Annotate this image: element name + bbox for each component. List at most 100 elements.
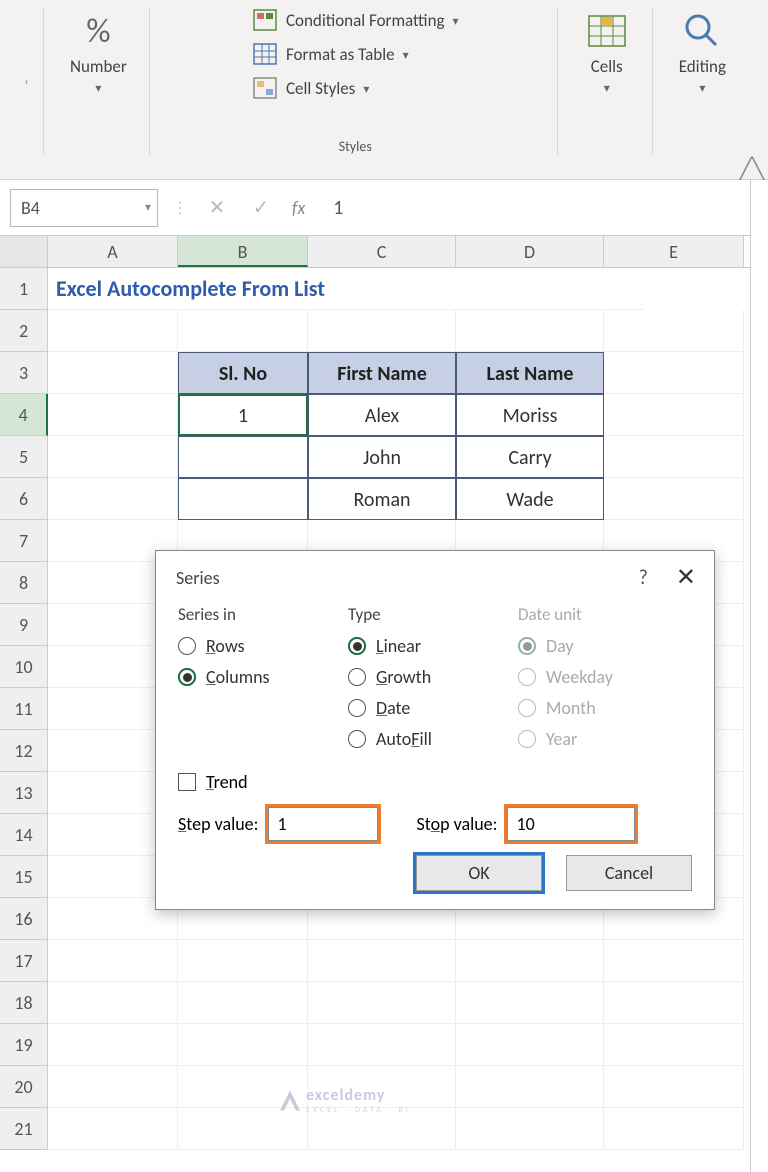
table-icon xyxy=(252,42,278,66)
stop-value-label: Stop value: xyxy=(416,813,497,835)
cell-styles-button[interactable]: Cell Styles ▾ xyxy=(252,76,369,100)
row-header[interactable]: 10 xyxy=(0,646,48,688)
watermark-brand: exceldemy xyxy=(306,1086,385,1105)
close-icon[interactable]: ✕ xyxy=(676,563,696,592)
ribbon-group-cells: Cells ▾ xyxy=(584,8,653,155)
cancel-button[interactable]: Cancel xyxy=(566,855,692,891)
table-cell[interactable]: Carry xyxy=(456,436,604,478)
row-header[interactable]: 1 xyxy=(0,268,48,310)
series-dialog: Series ? ✕ Series in RRowsows Columns Ty… xyxy=(155,550,715,910)
radio-day: Day xyxy=(518,635,678,657)
logo-icon xyxy=(280,1091,300,1111)
editing-label: Editing xyxy=(679,56,726,77)
ribbon-collapse-icon[interactable]: ╱╲ xyxy=(740,156,764,181)
stop-value-input[interactable] xyxy=(507,807,635,841)
cell-styles-label: Cell Styles xyxy=(286,78,355,99)
editing-button[interactable]: Editing ▾ xyxy=(679,8,726,96)
search-icon xyxy=(679,8,725,54)
chevron-down-icon: ▾ xyxy=(363,82,369,97)
chevron-down-icon: ▾ xyxy=(453,14,459,29)
ribbon: ‹ % Number ▾ Conditional Formatting ▾ Fo… xyxy=(0,0,768,180)
cells-icon xyxy=(584,8,630,54)
active-cell[interactable]: 1 xyxy=(178,394,308,436)
row-header[interactable]: 8 xyxy=(0,562,48,604)
row-header[interactable]: 20 xyxy=(0,1066,48,1108)
name-box-value: B4 xyxy=(21,197,40,219)
radio-date[interactable]: Date xyxy=(348,697,498,719)
row-header[interactable]: 16 xyxy=(0,898,48,940)
step-value-label: Step value: xyxy=(178,813,258,835)
cell-styles-icon xyxy=(252,76,278,100)
row-header[interactable]: 5 xyxy=(0,436,48,478)
title-cell[interactable]: Excel Autocomplete From List xyxy=(48,268,644,310)
row-header[interactable]: 3 xyxy=(0,352,48,394)
table-cell[interactable] xyxy=(178,478,308,520)
row-header[interactable]: 14 xyxy=(0,814,48,856)
series-in-label: Series in xyxy=(178,604,328,625)
table-header[interactable]: Sl. No xyxy=(178,352,308,394)
formula-bar: B4 ▾ ⋮ ✕ ✓ fx xyxy=(0,180,768,236)
row-header[interactable]: 11 xyxy=(0,688,48,730)
row-header[interactable]: 2 xyxy=(0,310,48,352)
col-header-E[interactable]: E xyxy=(604,236,744,267)
cancel-formula-icon[interactable]: ✕ xyxy=(202,195,232,220)
ok-button[interactable]: OK xyxy=(416,855,542,891)
table-cell[interactable]: John xyxy=(308,436,456,478)
name-box[interactable]: B4 ▾ xyxy=(10,189,158,227)
cells-label: Cells xyxy=(591,56,623,77)
table-cell[interactable] xyxy=(178,436,308,478)
row-header[interactable]: 4 xyxy=(0,394,48,436)
col-header-C[interactable]: C xyxy=(308,236,456,267)
row-header[interactable]: 12 xyxy=(0,730,48,772)
radio-linear[interactable]: Linear xyxy=(348,635,498,657)
step-value-input[interactable] xyxy=(268,807,378,841)
col-header-A[interactable]: A xyxy=(48,236,178,267)
number-format-button[interactable]: % Number ▾ xyxy=(70,8,127,96)
watermark-sub: EXCEL · DATA · BI xyxy=(306,1105,411,1115)
radio-month: Month xyxy=(518,697,678,719)
row-header[interactable]: 9 xyxy=(0,604,48,646)
radio-rows[interactable]: RRowsows xyxy=(178,635,328,657)
col-header-D[interactable]: D xyxy=(456,236,604,267)
format-as-table-button[interactable]: Format as Table ▾ xyxy=(252,42,409,66)
row-header[interactable]: 21 xyxy=(0,1108,48,1150)
select-all-corner[interactable] xyxy=(0,236,48,267)
cells-button[interactable]: Cells ▾ xyxy=(584,8,630,96)
accept-formula-icon[interactable]: ✓ xyxy=(246,195,276,220)
ribbon-group-editing: Editing ▾ xyxy=(679,8,748,155)
dialog-title: Series xyxy=(176,567,220,589)
radio-columns[interactable]: Columns xyxy=(178,666,328,688)
radio-autofill[interactable]: AutoFill xyxy=(348,728,498,750)
row-header[interactable]: 6 xyxy=(0,478,48,520)
help-icon[interactable]: ? xyxy=(639,566,648,590)
trend-checkbox[interactable] xyxy=(178,773,196,791)
table-header[interactable]: Last Name xyxy=(456,352,604,394)
chevron-left-icon: ‹ xyxy=(25,75,29,88)
row-header[interactable]: 17 xyxy=(0,940,48,982)
row-header[interactable]: 15 xyxy=(0,856,48,898)
chevron-down-icon: ▾ xyxy=(145,200,151,215)
table-header[interactable]: First Name xyxy=(308,352,456,394)
ribbon-collapse[interactable]: ‹ xyxy=(20,8,44,155)
watermark: exceldemy EXCEL · DATA · BI xyxy=(280,1086,411,1115)
table-cell[interactable]: Roman xyxy=(308,478,456,520)
fx-icon[interactable]: fx xyxy=(292,197,305,219)
number-label: Number xyxy=(70,56,127,77)
row-header[interactable]: 19 xyxy=(0,1024,48,1066)
table-cell[interactable]: Wade xyxy=(456,478,604,520)
row-header[interactable]: 18 xyxy=(0,982,48,1024)
table-cell[interactable]: Alex xyxy=(308,394,456,436)
ribbon-group-number: % Number ▾ xyxy=(70,8,150,155)
col-header-B[interactable]: B xyxy=(178,236,308,267)
radio-growth[interactable]: Growth xyxy=(348,666,498,688)
percent-icon: % xyxy=(75,8,121,54)
radio-year: Year xyxy=(518,728,678,750)
ribbon-group-styles: Conditional Formatting ▾ Format as Table… xyxy=(176,8,558,155)
conditional-formatting-button[interactable]: Conditional Formatting ▾ xyxy=(252,8,459,32)
row-header[interactable]: 13 xyxy=(0,772,48,814)
dateunit-label: Date unit xyxy=(518,604,678,625)
column-headers: A B C D E xyxy=(0,236,768,268)
row-header[interactable]: 7 xyxy=(0,520,48,562)
formula-input[interactable] xyxy=(319,189,758,227)
table-cell[interactable]: Moriss xyxy=(456,394,604,436)
